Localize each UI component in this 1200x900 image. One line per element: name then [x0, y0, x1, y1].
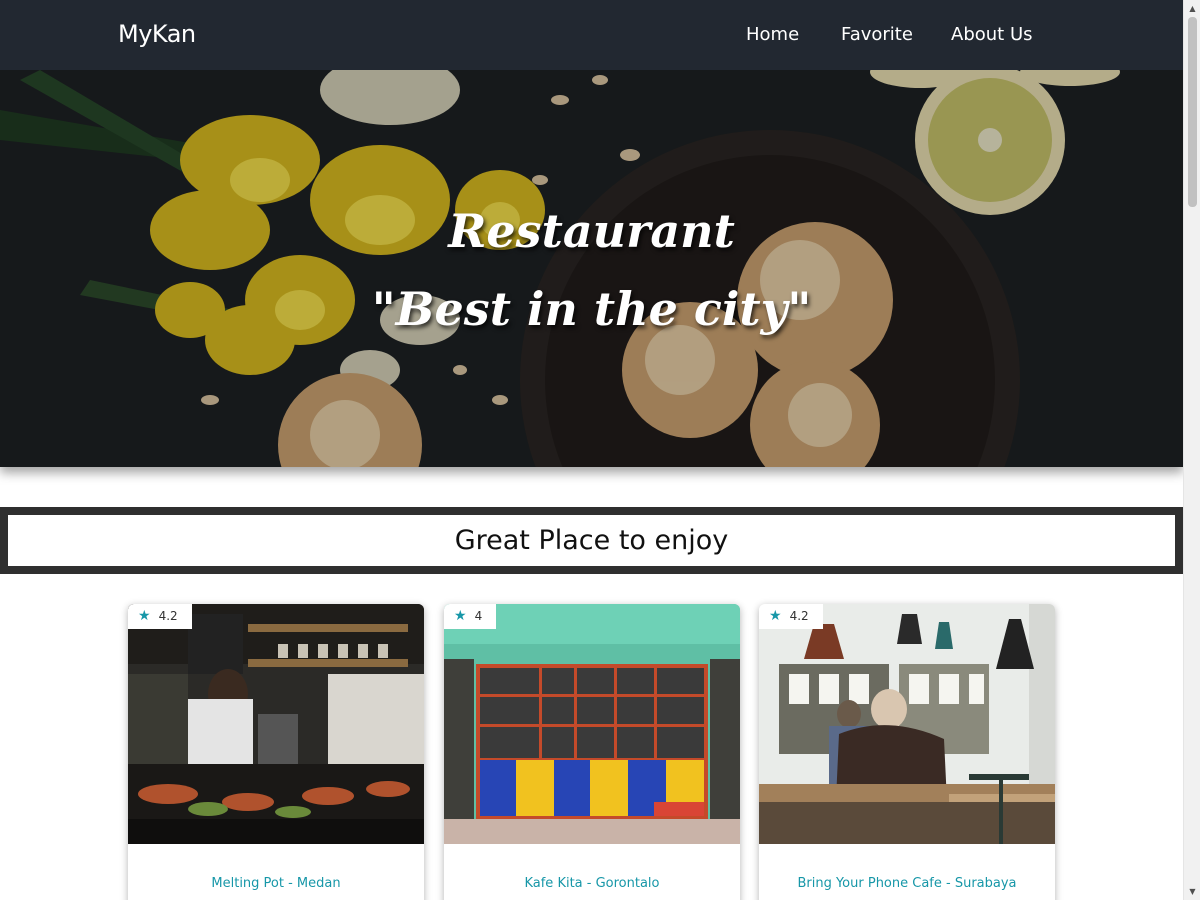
rating-badge: ★ 4.2	[759, 604, 823, 629]
section-title: Great Place to enjoy	[8, 515, 1175, 566]
nav-link-favorite[interactable]: Favorite	[841, 24, 913, 45]
rating-badge: ★ 4	[444, 604, 497, 629]
rating-value: 4.2	[789, 609, 809, 623]
scrollbar-thumb[interactable]	[1188, 17, 1197, 207]
restaurant-name-link[interactable]: Kafe Kita - Gorontalo	[444, 876, 740, 891]
star-icon: ★	[454, 608, 467, 624]
triangle-down-icon[interactable]: ▼	[1184, 883, 1200, 900]
restaurant-card[interactable]: ★ 4.2 Bring Your Phone Cafe - Surabaya	[759, 604, 1055, 900]
navbar: MyKan Home Favorite About Us	[0, 0, 1183, 70]
restaurant-image	[759, 604, 1055, 844]
vertical-scrollbar[interactable]: ▲ ▼	[1183, 0, 1200, 900]
hero-title-line1: Restaurant	[448, 204, 735, 258]
hero-banner: Restaurant "Best in the city"	[0, 70, 1183, 467]
triangle-up-icon[interactable]: ▲	[1184, 0, 1200, 17]
nav-link-about-us[interactable]: About Us	[951, 24, 1033, 45]
restaurant-card[interactable]: ★ 4 Kafe Kita - Gorontalo	[444, 604, 740, 900]
rating-badge: ★ 4.2	[128, 604, 192, 629]
hero-title: Restaurant "Best in the city"	[0, 192, 1183, 348]
star-icon: ★	[769, 608, 782, 624]
rating-value: 4.2	[158, 609, 178, 623]
nav-link-home[interactable]: Home	[746, 24, 799, 45]
rating-value: 4	[474, 609, 483, 623]
restaurant-name-link[interactable]: Bring Your Phone Cafe - Surabaya	[759, 876, 1055, 891]
hero-title-line2: "Best in the city"	[371, 282, 812, 336]
brand-logo[interactable]: MyKan	[118, 20, 196, 48]
restaurant-card[interactable]: ★ 4.2 Melting Pot - Medan	[128, 604, 424, 900]
section-heading-band: Great Place to enjoy	[0, 507, 1183, 574]
restaurant-image	[444, 604, 740, 844]
restaurant-name-link[interactable]: Melting Pot - Medan	[128, 876, 424, 891]
restaurant-image	[128, 604, 424, 844]
star-icon: ★	[138, 608, 151, 624]
